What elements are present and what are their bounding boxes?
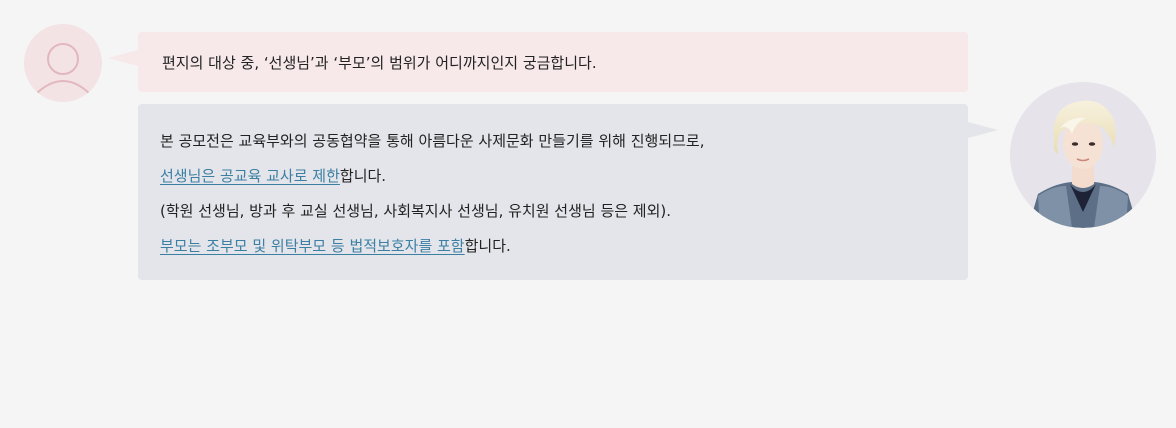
user-outline-icon xyxy=(35,43,91,95)
answer-bubble: 본 공모전은 교육부와의 공동협약을 통해 아름다운 사제문화 만들기를 위해 … xyxy=(138,104,998,280)
answer-line-3: (학원 선생님, 방과 후 교실 선생님, 사회복지사 선생님, 유치원 선생님… xyxy=(160,202,672,220)
answer-line-4: 부모는 조부모 및 위탁부모 등 법적보호자를 포함합니다. xyxy=(160,229,944,264)
user-avatar xyxy=(24,24,102,102)
teacher-scope-highlight: 선생님은 공교육 교사로 제한 xyxy=(160,167,340,185)
answer-line-2-tail: 합니다. xyxy=(339,167,387,185)
question-bubble: 편지의 대상 중, ‘선생님’과 ‘부모’의 범위가 어디까지인지 궁금합니다. xyxy=(108,32,968,92)
answer-line-2: 선생님은 공교육 교사로 제한합니다. xyxy=(160,159,944,194)
question-text: 편지의 대상 중, ‘선생님’과 ‘부모’의 범위가 어디까지인지 궁금합니다. xyxy=(162,53,597,72)
answer-line-4-tail: 합니다. xyxy=(464,237,511,255)
answerer-avatar xyxy=(1010,82,1156,228)
answer-line-1: 본 공모전은 교육부와의 공동협약을 통해 아름다운 사제문화 만들기를 위해 … xyxy=(160,132,705,150)
parent-scope-highlight: 부모는 조부모 및 위탁부모 등 법적보호자를 포함 xyxy=(160,237,465,255)
answerer-portrait xyxy=(1010,82,1156,228)
